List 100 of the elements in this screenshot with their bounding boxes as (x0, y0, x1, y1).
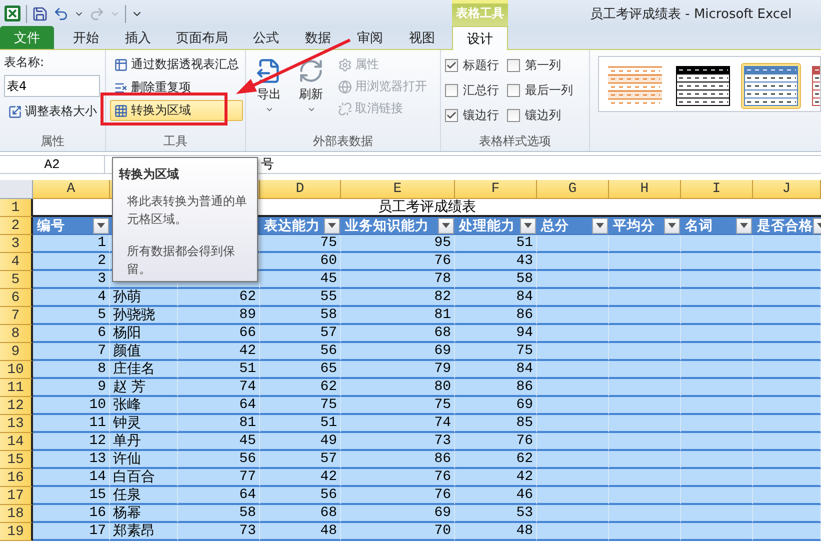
row-header[interactable]: 9 (0, 343, 33, 361)
row-header[interactable]: 18 (0, 505, 33, 523)
table-cell: 57 (260, 451, 341, 469)
ribbon-tab[interactable]: 设计 (452, 26, 508, 50)
app-logo-icon (4, 5, 21, 22)
checkbox[interactable] (507, 108, 520, 122)
undo-icon[interactable] (53, 6, 69, 22)
column-header[interactable]: I (681, 180, 753, 199)
column-header[interactable]: E (341, 180, 455, 199)
table-cell: 58 (178, 505, 260, 523)
table-cell: 42 (260, 469, 341, 487)
table-cell: 74 (341, 415, 455, 433)
ribbon-button[interactable]: 转换为区域 (110, 100, 243, 121)
checkbox-label: 镶边行 (463, 106, 499, 124)
table-cell: 80 (341, 379, 455, 397)
heading-text: 处理能力 (459, 217, 515, 234)
table-cell: 46 (455, 487, 537, 505)
row-header[interactable]: 1 (0, 199, 33, 217)
group-label: 外部表数据 (312, 133, 374, 150)
row-header[interactable]: 2 (0, 217, 33, 235)
table-cell: 钟灵 (110, 415, 178, 433)
row-header[interactable]: 16 (0, 469, 33, 487)
table-cell: 86 (455, 307, 537, 325)
row-header[interactable]: 13 (0, 415, 33, 433)
table-cell: 66 (178, 325, 260, 343)
filter-button[interactable] (324, 218, 340, 234)
file-tab[interactable]: 文件 (0, 26, 54, 49)
table-cell: 69 (455, 397, 537, 415)
row-header[interactable]: 14 (0, 433, 33, 451)
gear-icon (338, 58, 352, 72)
group-label: 工具 (162, 133, 188, 150)
table-name-field[interactable]: 表4 (4, 75, 100, 97)
name-box[interactable]: A2 (0, 156, 105, 173)
column-header[interactable]: G (537, 180, 609, 199)
filter-button[interactable] (736, 218, 752, 234)
ribbon-tab[interactable]: 页面布局 (164, 26, 240, 49)
row-header[interactable]: 11 (0, 379, 33, 397)
table-cell: 10 (33, 397, 110, 415)
filter-button[interactable] (592, 218, 608, 234)
filter-button[interactable] (520, 218, 536, 234)
checkbox[interactable] (445, 108, 458, 122)
checkbox[interactable] (507, 84, 520, 96)
column-header[interactable]: J (753, 180, 821, 199)
filter-button[interactable] (93, 218, 109, 234)
table-cell: 56 (260, 487, 341, 505)
table-cell: 89 (178, 307, 260, 325)
column-header[interactable]: A (33, 180, 110, 199)
ribbon-tab[interactable]: 数据 (292, 26, 344, 49)
save-icon[interactable] (32, 6, 48, 22)
table-cell: 17 (33, 523, 110, 541)
row-header[interactable]: 4 (0, 253, 33, 271)
table-cell: 7 (33, 343, 110, 361)
ribbon-button[interactable]: 通过数据透视表汇总 (110, 54, 243, 75)
column-header[interactable]: H (609, 180, 681, 199)
table-style-option[interactable] (741, 63, 801, 109)
table-cell: 颜值 (110, 343, 178, 361)
ribbon-tab[interactable]: 开始 (60, 26, 112, 49)
dropdown-arrow-icon (442, 223, 450, 228)
ribbon-tab[interactable]: 公式 (240, 26, 292, 49)
row-header[interactable]: 15 (0, 451, 33, 469)
heading-text: 业务知识能力 (345, 217, 429, 234)
ribbon-tab[interactable]: 视图 (396, 26, 448, 49)
row-header[interactable]: 7 (0, 307, 33, 325)
table-cell: 赵 芳 (110, 379, 178, 397)
ribbon-tab[interactable]: 审阅 (344, 26, 396, 49)
table-style-preview (744, 66, 798, 106)
row-header[interactable]: 3 (0, 235, 33, 253)
filter-button[interactable] (664, 218, 680, 234)
table-cell: 45 (260, 271, 341, 289)
table-cell: 85 (455, 415, 537, 433)
table-cell: 95 (341, 235, 455, 253)
filter-button[interactable] (438, 218, 454, 234)
row-header[interactable]: 6 (0, 289, 33, 307)
heading-text: 表达能力 (264, 217, 320, 234)
table-cell: 69 (341, 343, 455, 361)
ribbon-button[interactable]: 删除重复项 (110, 77, 243, 98)
ribbon-button[interactable]: 导出 (250, 54, 288, 133)
table-cell: 庄佳名 (110, 361, 178, 379)
table-style-preview (608, 66, 662, 106)
column-header[interactable]: F (455, 180, 537, 199)
table-cell: 51 (260, 415, 341, 433)
tooltip-text: 所有数据都会得到保留。 (126, 243, 236, 278)
column-header[interactable]: D (260, 180, 341, 199)
row-header[interactable]: 8 (0, 325, 33, 343)
checkbox[interactable] (507, 58, 520, 72)
resize-table-button[interactable]: 调整表格大小 (4, 101, 101, 122)
ribbon-button[interactable]: 刷新 (292, 54, 330, 133)
table-cell: 5 (33, 307, 110, 325)
checkbox[interactable] (445, 84, 458, 96)
table-cell: 45 (178, 433, 260, 451)
row-header[interactable]: 12 (0, 397, 33, 415)
dropdown-arrow-icon (596, 223, 604, 228)
row-header[interactable]: 5 (0, 271, 33, 289)
row-header[interactable]: 17 (0, 487, 33, 505)
row-header[interactable]: 10 (0, 361, 33, 379)
table-cell: 75 (455, 343, 537, 361)
ribbon-tab[interactable]: 插入 (112, 26, 164, 49)
checkbox[interactable] (445, 58, 458, 72)
heading-text: 总分 (541, 217, 569, 234)
row-header[interactable]: 19 (0, 523, 33, 541)
